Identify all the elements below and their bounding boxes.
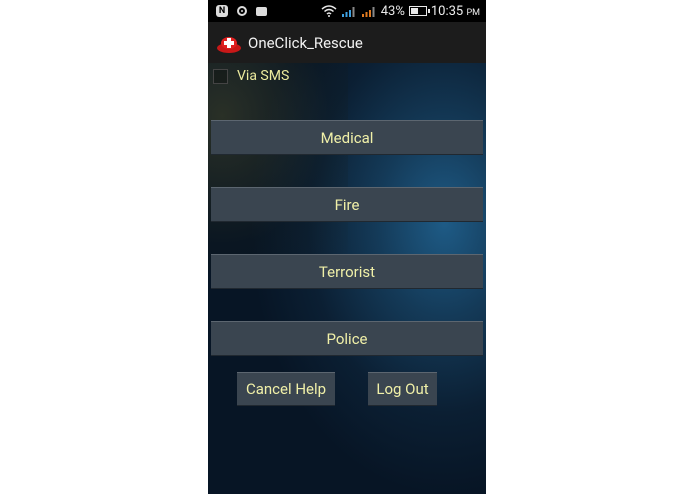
circle-notification-icon [237, 6, 247, 16]
app-title: OneClick_Rescue [248, 33, 363, 52]
via-sms-label: Via SMS [237, 68, 290, 84]
action-bar: OneClick_Rescue [208, 22, 486, 63]
log-out-button[interactable]: Log Out [368, 372, 437, 406]
clock-ampm: PM [466, 7, 480, 18]
via-sms-checkbox[interactable] [213, 68, 228, 84]
police-button[interactable]: Police [211, 321, 483, 356]
signal-1-icon [341, 7, 355, 17]
rescue-logo-icon [217, 36, 241, 53]
signal-2-icon [361, 7, 375, 17]
terrorist-button[interactable]: Terrorist [211, 254, 483, 289]
via-sms-option[interactable]: Via SMS [213, 68, 289, 84]
fire-button[interactable]: Fire [211, 187, 483, 222]
clock-time: 10:35 [430, 3, 464, 19]
clock: 10:35 PM [431, 4, 480, 19]
wifi-icon [321, 5, 337, 17]
medical-button[interactable]: Medical [211, 120, 483, 155]
phone-screen: N 43% 10:35 PM OneClick_Rescue Via SMS M… [208, 0, 486, 494]
cancel-help-button[interactable]: Cancel Help [237, 372, 335, 406]
camera-notification-icon [256, 6, 267, 16]
status-bar: N 43% 10:35 PM [208, 0, 486, 22]
notification-n-icon: N [216, 5, 228, 17]
battery-icon [408, 6, 430, 16]
battery-percent: 43% [380, 3, 405, 19]
